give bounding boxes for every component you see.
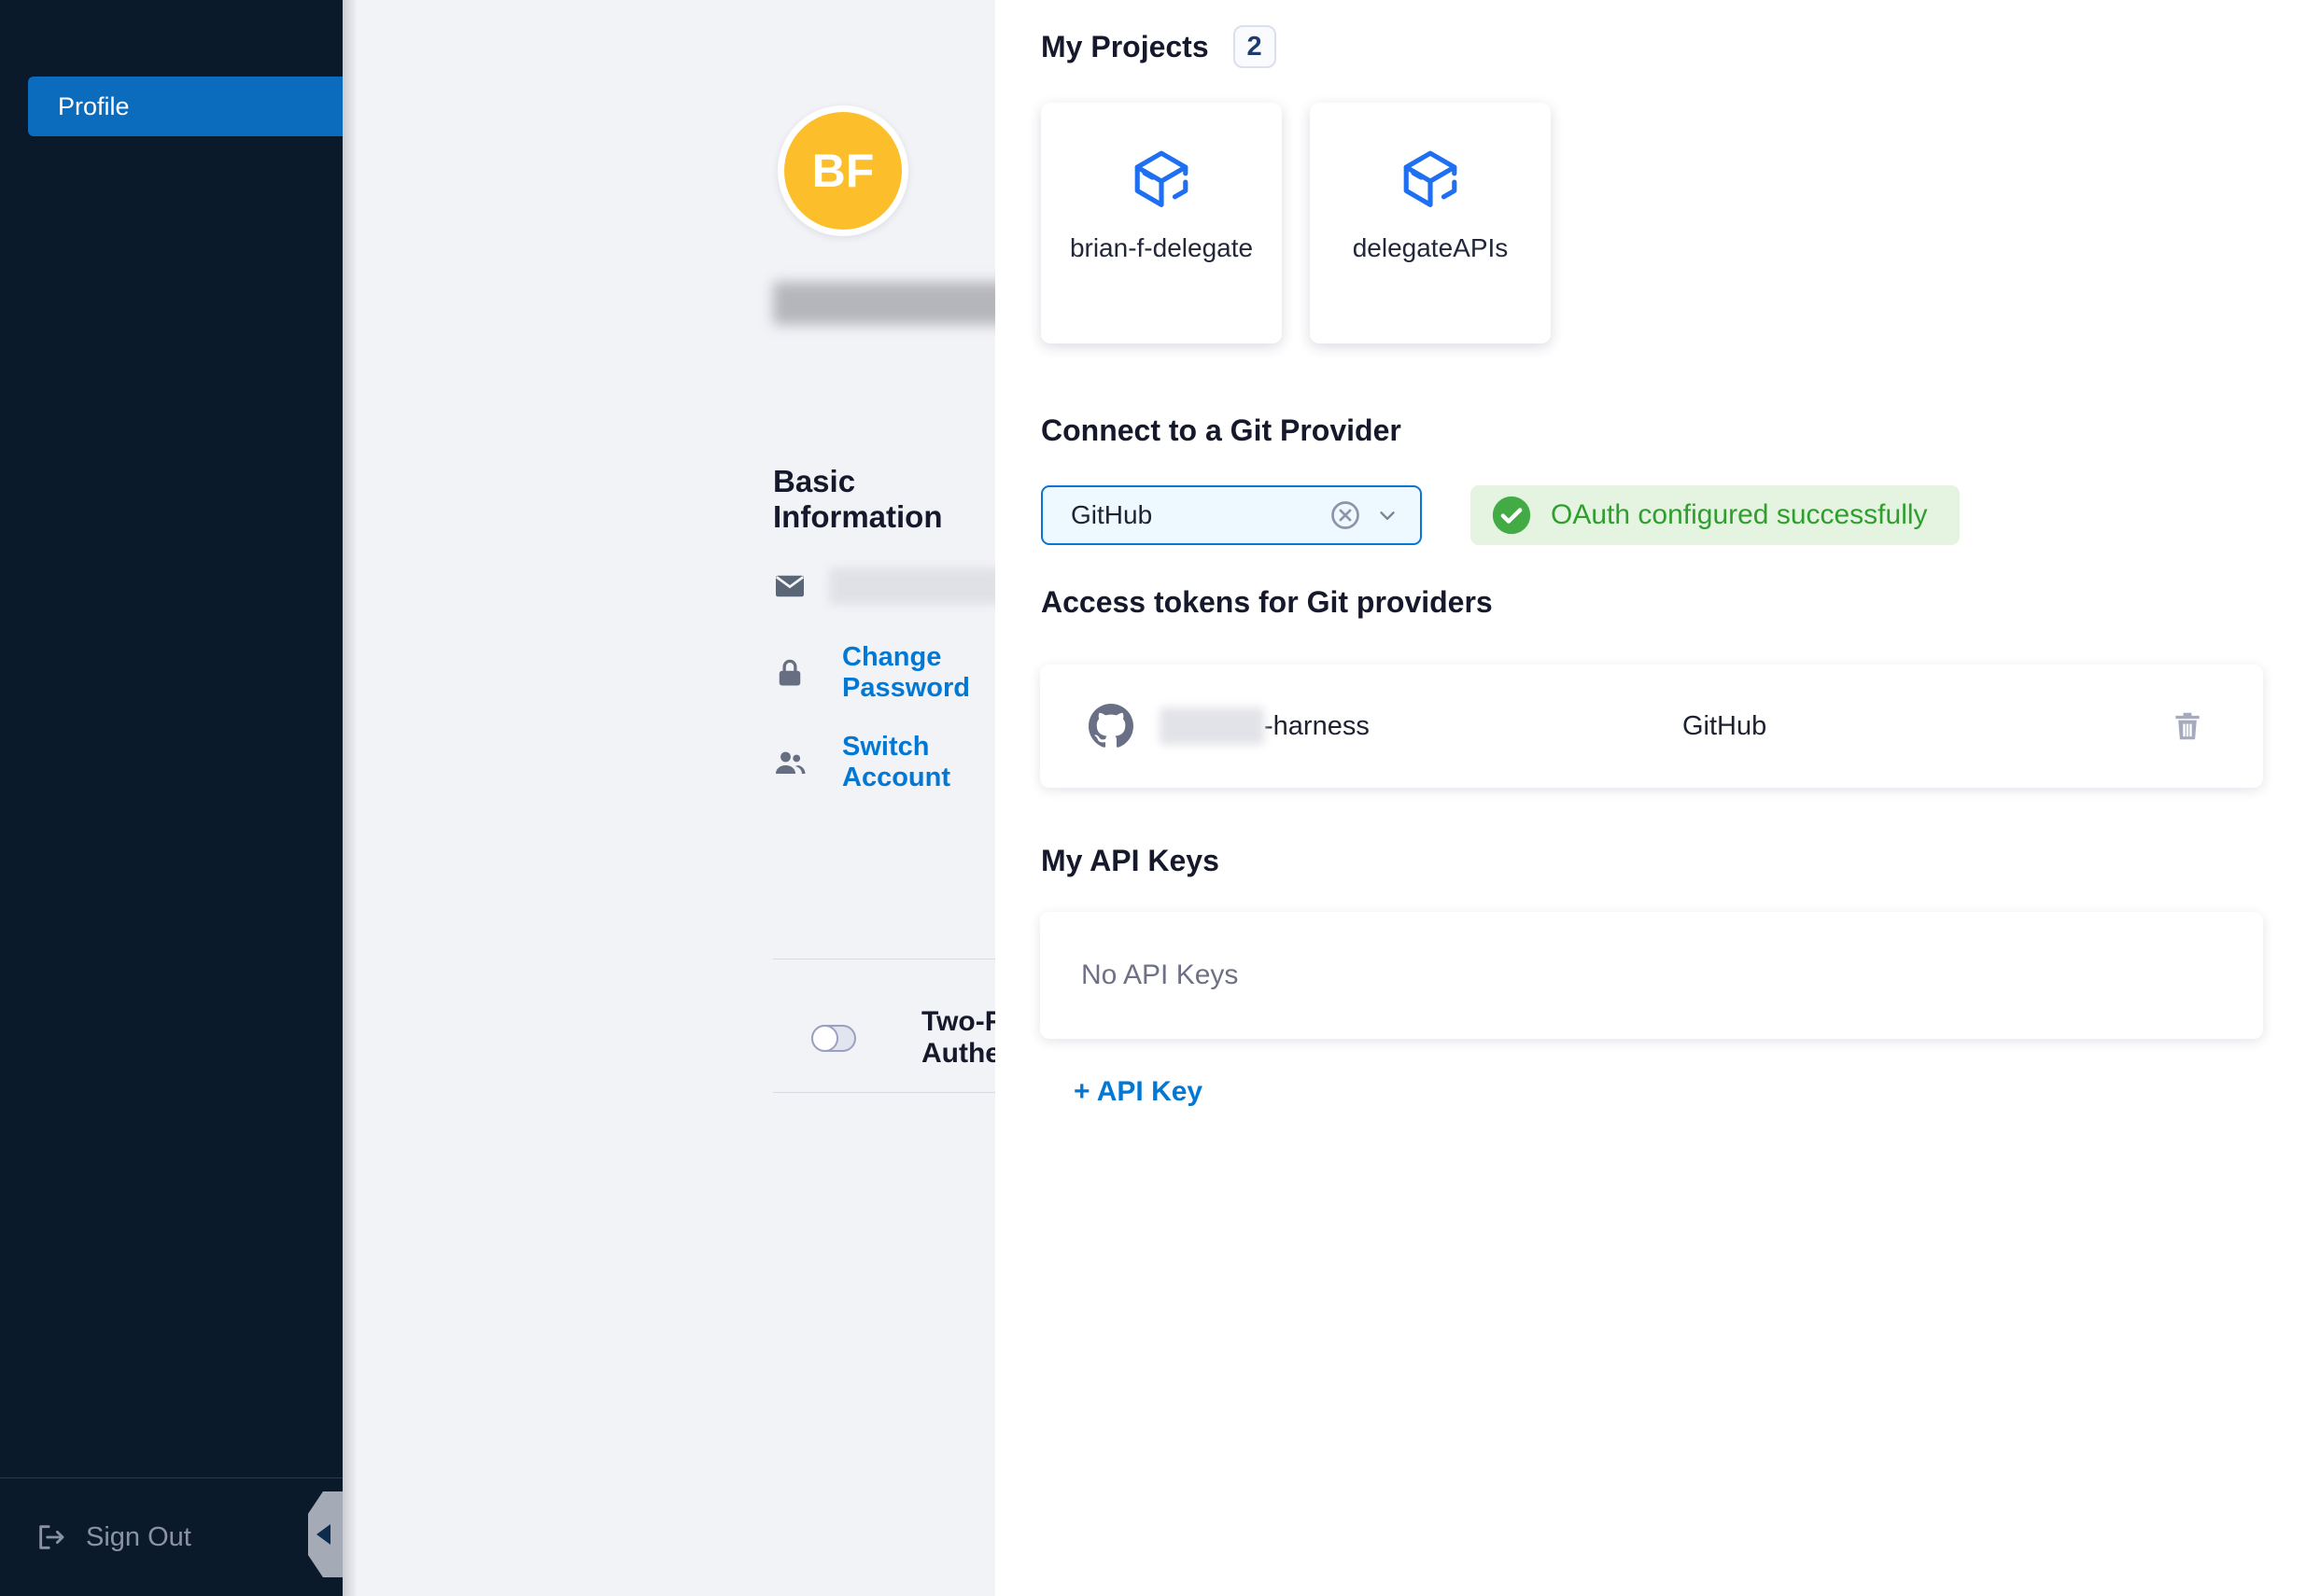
email-user-redacted: [829, 567, 1003, 605]
project-cube-icon: [1131, 147, 1192, 209]
change-password-link[interactable]: Change Password: [842, 642, 995, 704]
project-name: brian-f-delegate: [1070, 233, 1253, 263]
sidebar-footer: Sign Out: [0, 1477, 343, 1596]
sign-out-button[interactable]: Sign Out: [35, 1521, 191, 1553]
git-provider-value: GitHub: [1071, 500, 1329, 530]
github-icon: [1089, 704, 1133, 749]
git-provider-select[interactable]: GitHub: [1041, 485, 1422, 545]
access-tokens-heading: Access tokens for Git providers: [1041, 585, 1493, 620]
project-name: delegateAPIs: [1353, 233, 1509, 263]
two-factor-toggle[interactable]: [811, 1025, 856, 1052]
token-account-suffix: -harness: [1264, 711, 1370, 742]
users-icon: [773, 746, 807, 779]
toggle-knob: [811, 1025, 838, 1052]
change-password-row: Change Password: [773, 642, 995, 704]
avatar-initials: BF: [812, 144, 875, 198]
collapse-left-icon: [316, 1524, 330, 1545]
api-keys-empty-text: No API Keys: [1081, 959, 1238, 991]
token-account-redacted: [1160, 707, 1264, 745]
email-icon: [773, 569, 807, 603]
oauth-status-text: OAuth configured successfully: [1551, 499, 1928, 531]
sidebar: Profile Sign Out: [0, 0, 343, 1596]
add-api-key-button[interactable]: + API Key: [1074, 1076, 1202, 1108]
profile-panel: BF Basic Information @harness.io Change …: [343, 0, 995, 1596]
success-check-icon: [1491, 495, 1532, 536]
avatar: BF: [778, 105, 908, 236]
project-card[interactable]: delegateAPIs: [1310, 103, 1551, 343]
sign-out-icon: [35, 1521, 67, 1553]
access-token-row: -harness GitHub: [1040, 665, 2263, 788]
lock-icon: [773, 656, 807, 690]
basic-information-heading: Basic Information: [773, 464, 995, 535]
project-cube-icon: [1399, 147, 1461, 209]
api-keys-empty-card: No API Keys: [1040, 912, 2263, 1039]
switch-account-row: Switch Account: [773, 732, 995, 793]
projects-cards-row: brian-f-delegate delegateAPIs: [1041, 103, 1551, 343]
token-account: -harness: [1160, 707, 1682, 745]
sidebar-item-profile-label: Profile: [58, 92, 130, 121]
profile-page: Profile Sign Out BF Basic Information: [0, 0, 2306, 1596]
token-provider: GitHub: [1682, 711, 1766, 742]
main-content: My Projects 2 brian-f-delegate: [995, 0, 2306, 1596]
switch-account-link[interactable]: Switch Account: [842, 732, 995, 793]
my-projects-heading: My Projects 2: [1041, 25, 1276, 68]
my-projects-title: My Projects: [1041, 30, 1209, 64]
git-provider-heading: Connect to a Git Provider: [1041, 413, 1401, 448]
sidebar-item-profile[interactable]: Profile: [28, 77, 343, 136]
sign-out-label: Sign Out: [86, 1522, 191, 1553]
oauth-status-badge: OAuth configured successfully: [1470, 485, 1960, 545]
projects-count-badge: 2: [1233, 25, 1276, 68]
clear-selection-icon[interactable]: [1329, 498, 1362, 532]
api-keys-heading: My API Keys: [1041, 844, 1219, 878]
delete-token-icon[interactable]: [2170, 708, 2205, 744]
chevron-down-icon: [1375, 503, 1399, 527]
project-card[interactable]: brian-f-delegate: [1041, 103, 1282, 343]
